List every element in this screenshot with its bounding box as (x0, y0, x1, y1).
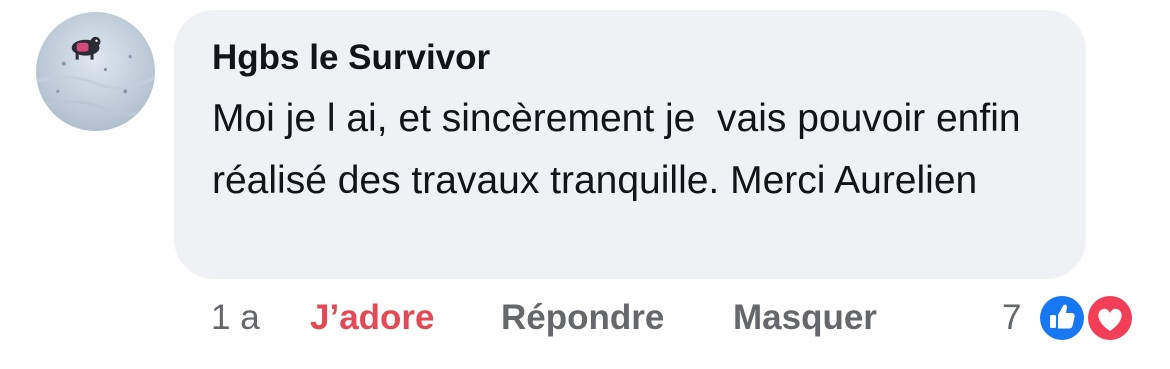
comment-text: Moi je l ai, et sincèrement je vais pouv… (212, 97, 1032, 202)
profile-photo-icon (36, 12, 155, 131)
comment-actions: 1 a J’adore Répondre Masquer 7 (0, 296, 1170, 346)
reply-button[interactable]: Répondre (501, 298, 664, 338)
love-reaction-button[interactable]: J’adore (310, 298, 435, 338)
reaction-count[interactable]: 7 (1002, 298, 1021, 338)
comment-timestamp[interactable]: 1 a (211, 298, 260, 338)
hide-button[interactable]: Masquer (733, 298, 877, 338)
comment-author[interactable]: Hgbs le Survivor (212, 38, 490, 78)
comment-bubble: Hgbs le Survivor Moi je l ai, et sincère… (174, 10, 1086, 279)
like-icon (1037, 293, 1087, 343)
love-icon (1085, 293, 1135, 343)
reaction-summary[interactable] (1034, 290, 1140, 346)
comment: Hgbs le Survivor Moi je l ai, et sincère… (0, 0, 1170, 369)
avatar[interactable] (36, 12, 155, 131)
